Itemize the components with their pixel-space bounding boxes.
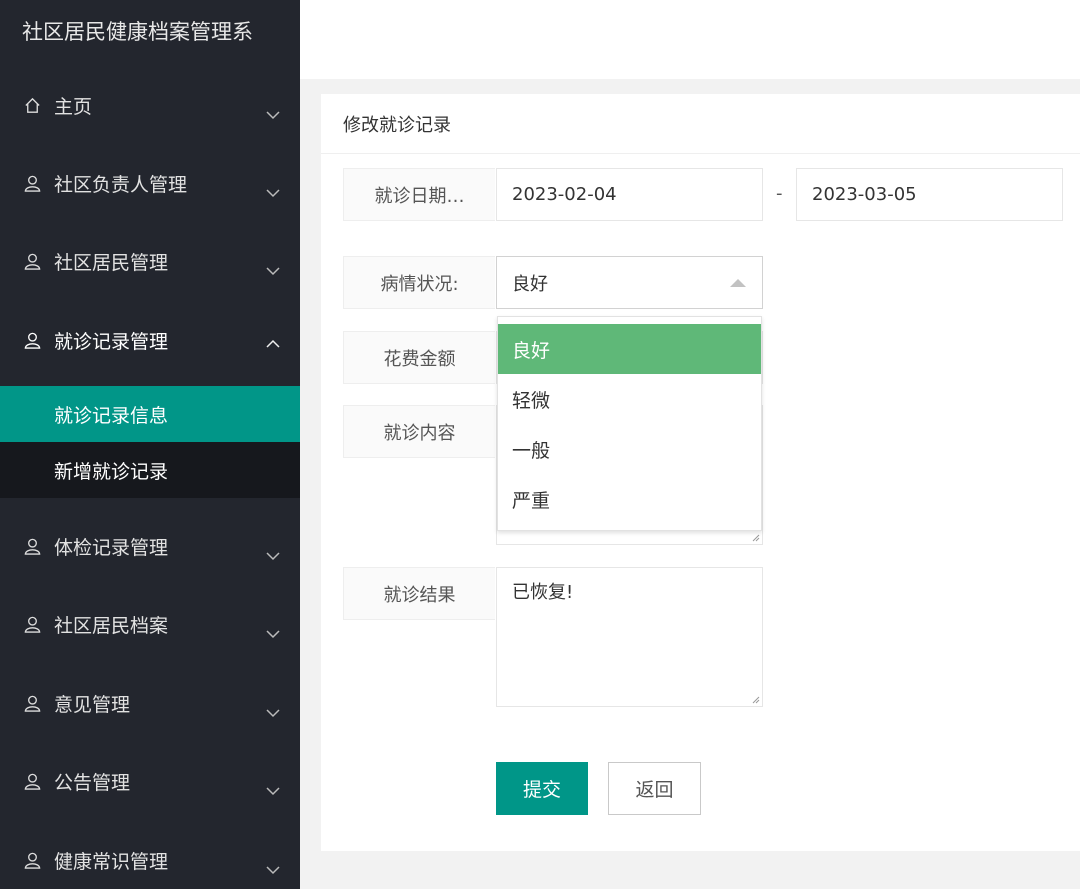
condition-select[interactable]: 良好 (496, 256, 763, 309)
sidebar-submenu: 就诊记录信息 新增就诊记录 (0, 386, 300, 498)
condition-option-mild[interactable]: 轻微 (498, 374, 761, 424)
result-label: 就诊结果 (343, 567, 495, 620)
cost-label: 花费金额 (343, 331, 495, 384)
chevron-down-icon (266, 259, 280, 276)
visit-date-label: 就诊日期… (343, 168, 495, 221)
user-icon (20, 249, 44, 273)
result-textarea[interactable]: 已恢复! (496, 567, 763, 707)
sidebar-item-residents[interactable]: 社区居民管理 (0, 222, 300, 300)
home-icon (20, 93, 44, 117)
sidebar-item-label: 就诊记录管理 (54, 330, 169, 353)
back-button[interactable]: 返回 (608, 762, 701, 815)
sidebar-item-archives[interactable]: 社区居民档案 (0, 585, 300, 663)
condition-dropdown: 良好 轻微 一般 严重 (497, 316, 762, 531)
sidebar-item-feedback[interactable]: 意见管理 (0, 664, 300, 742)
chevron-down-icon (266, 779, 280, 796)
top-bar (300, 0, 1080, 79)
app-title: 社区居民健康档案管理系 (0, 0, 300, 62)
condition-option-good[interactable]: 良好 (498, 324, 761, 374)
chevron-down-icon (266, 181, 280, 198)
chevron-down-icon (266, 858, 280, 875)
user-icon (20, 534, 44, 558)
chevron-down-icon (266, 701, 280, 718)
user-icon (20, 171, 44, 195)
date-range-separator: - (776, 183, 783, 204)
user-icon (20, 328, 44, 352)
sidebar-item-label: 体检记录管理 (54, 536, 169, 559)
sidebar-item-label: 社区负责人管理 (54, 173, 188, 196)
condition-select-value: 良好 (512, 273, 548, 295)
sidebar-item-label: 主页 (54, 95, 93, 118)
result-textarea-value: 已恢复! (512, 582, 574, 603)
sidebar-subitem-visit-info[interactable]: 就诊记录信息 (0, 386, 300, 442)
user-icon (20, 691, 44, 715)
sidebar-item-label: 社区居民档案 (54, 614, 169, 637)
sidebar-item-visit-records[interactable]: 就诊记录管理 (0, 301, 300, 379)
sidebar-subitem-add-visit[interactable]: 新增就诊记录 (0, 442, 300, 498)
form-title: 修改就诊记录 (321, 94, 1080, 154)
chevron-down-icon (266, 544, 280, 561)
chevron-down-icon (266, 622, 280, 639)
condition-option-severe[interactable]: 严重 (498, 474, 761, 524)
sidebar-item-label: 社区居民管理 (54, 251, 169, 274)
resize-handle-icon[interactable] (751, 533, 760, 542)
sidebar-item-community-leader[interactable]: 社区负责人管理 (0, 144, 300, 222)
sidebar-item-checkup[interactable]: 体检记录管理 (0, 507, 300, 585)
sidebar-item-label: 健康常识管理 (54, 850, 169, 873)
condition-option-moderate[interactable]: 一般 (498, 424, 761, 474)
sidebar-item-notices[interactable]: 公告管理 (0, 742, 300, 820)
user-icon (20, 612, 44, 636)
user-icon (20, 769, 44, 793)
caret-up-icon (730, 278, 746, 287)
sidebar-item-label: 意见管理 (54, 693, 131, 716)
sidebar-item-health-knowledge[interactable]: 健康常识管理 (0, 821, 300, 889)
sidebar: 社区居民健康档案管理系 主页 社区负责人管理 社区居民管理 就诊记录管理 就诊记… (0, 0, 300, 889)
condition-label: 病情状况: (343, 256, 495, 309)
sidebar-item-label: 公告管理 (54, 771, 131, 794)
resize-handle-icon[interactable] (751, 695, 760, 704)
user-icon (20, 848, 44, 872)
chevron-down-icon (266, 103, 280, 120)
visit-date-end-input[interactable]: 2023-03-05 (796, 168, 1063, 221)
submit-button[interactable]: 提交 (496, 762, 588, 815)
visit-date-start-input[interactable]: 2023-02-04 (496, 168, 763, 221)
content-label: 就诊内容 (343, 405, 495, 458)
sidebar-item-home[interactable]: 主页 (0, 66, 300, 144)
chevron-up-icon (266, 332, 280, 348)
